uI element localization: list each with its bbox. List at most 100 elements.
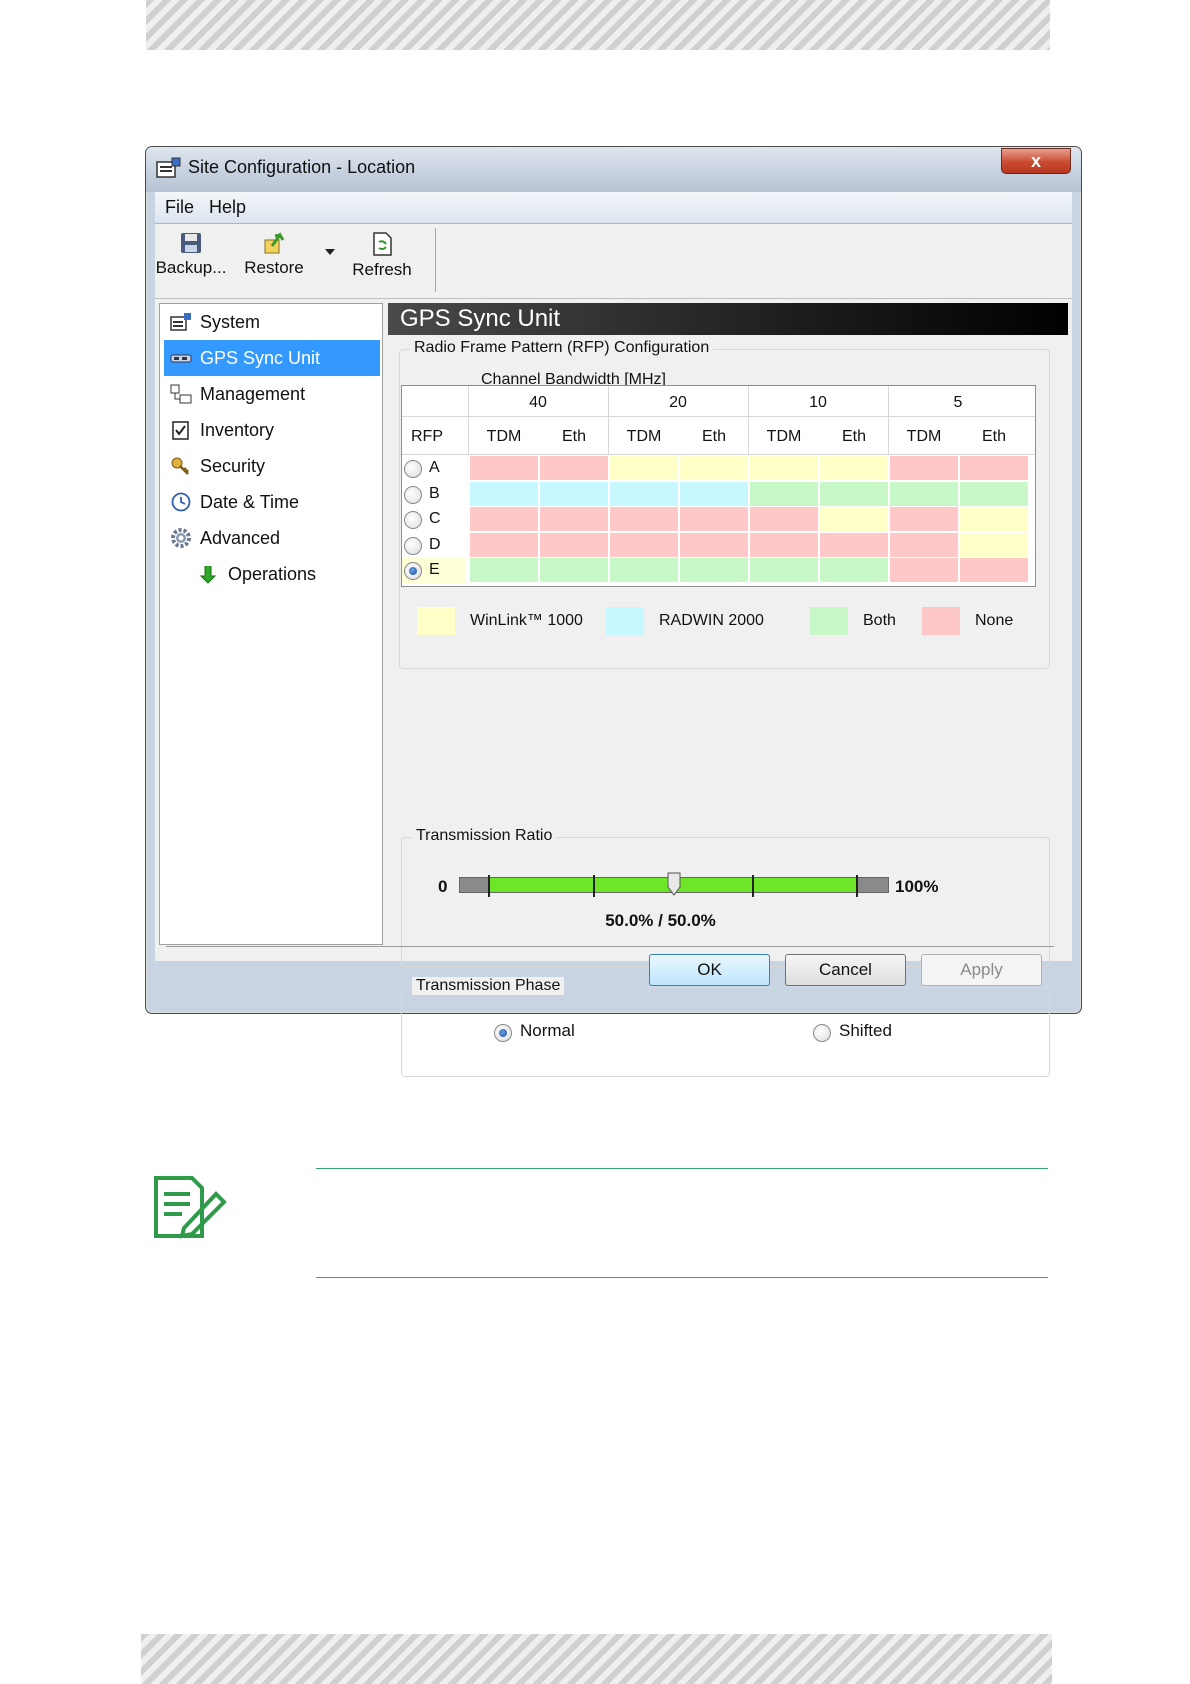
rfp-cell bbox=[890, 507, 959, 531]
toolbar-separator bbox=[435, 228, 436, 292]
title-bar[interactable]: Site Configuration - Location x bbox=[146, 147, 1081, 192]
ratio-min-label: 0 bbox=[438, 877, 448, 896]
inventory-icon bbox=[172, 421, 189, 440]
column-header: TDM bbox=[486, 428, 522, 445]
legend-label-winlink: WinLink™ 1000 bbox=[470, 612, 583, 629]
nav-label: System bbox=[200, 312, 261, 332]
rfp-cell bbox=[820, 481, 889, 506]
backup-button[interactable]: Backup... bbox=[155, 230, 227, 292]
dialog-body: System GPS Sync Unit Management Inventor… bbox=[155, 299, 1072, 1077]
rfp-cell bbox=[540, 532, 609, 557]
rfp-radio[interactable] bbox=[404, 562, 422, 580]
rfp-cell bbox=[960, 456, 1029, 480]
legend-label-both: Both bbox=[863, 612, 896, 629]
rfp-cell bbox=[960, 481, 1029, 506]
rfp-table: 40 20 10 5 RFP TDM Eth TDM Eth TDM Eth T… bbox=[401, 385, 1036, 587]
rfp-cell bbox=[470, 507, 539, 531]
rfp-cell bbox=[680, 481, 749, 506]
rfp-radio[interactable] bbox=[404, 536, 422, 555]
gps-sync-icon bbox=[170, 354, 192, 363]
nav-item-system[interactable]: System bbox=[164, 304, 380, 340]
nav-item-operations[interactable]: Operations bbox=[192, 556, 380, 592]
nav-item-advanced[interactable]: Advanced bbox=[164, 520, 380, 556]
rfp-cell bbox=[540, 507, 609, 531]
navigation-tree: System GPS Sync Unit Management Inventor… bbox=[159, 303, 383, 945]
ratio-value-label: 50.0% / 50.0% bbox=[605, 911, 716, 930]
ok-button[interactable]: OK bbox=[649, 954, 770, 986]
rfp-row-label: B bbox=[429, 484, 440, 502]
rfp-cell bbox=[540, 558, 609, 582]
menu-help[interactable]: Help bbox=[209, 197, 246, 218]
restore-button[interactable]: Restore bbox=[239, 230, 309, 292]
transmission-ratio-group: Transmission Ratio bbox=[401, 827, 1050, 967]
rfp-group-title: Radio Frame Pattern (RFP) Configuration bbox=[410, 339, 714, 357]
rfp-cell bbox=[750, 456, 819, 480]
rfp-cell bbox=[540, 481, 609, 506]
toolbar: Backup... Restore Refresh bbox=[155, 224, 1072, 299]
transmission-ratio-title: Transmission Ratio bbox=[412, 827, 557, 845]
rfp-cell bbox=[540, 456, 609, 480]
nav-item-date-time[interactable]: Date & Time bbox=[164, 484, 380, 520]
rfp-cell bbox=[890, 456, 959, 480]
rfp-radio[interactable] bbox=[404, 460, 422, 478]
rfp-cell bbox=[470, 481, 539, 506]
rfp-row-option-d[interactable]: D bbox=[402, 533, 466, 559]
rfp-row-option-a[interactable]: A bbox=[402, 456, 466, 482]
rfp-cell bbox=[820, 532, 889, 557]
apply-button[interactable]: Apply bbox=[921, 954, 1042, 986]
rfp-radio[interactable] bbox=[404, 511, 422, 529]
rfp-cell bbox=[890, 532, 959, 557]
rfp-row-label: C bbox=[429, 510, 441, 527]
shifted-label: Shifted bbox=[839, 1021, 892, 1040]
footer-stripe-band bbox=[141, 1634, 1052, 1684]
rfp-cell bbox=[890, 481, 959, 506]
normal-label: Normal bbox=[520, 1021, 575, 1040]
normal-radio[interactable] bbox=[494, 1024, 512, 1042]
restore-dropdown-arrow-icon[interactable] bbox=[324, 248, 336, 256]
note-top-rule bbox=[316, 1168, 1048, 1169]
rfp-cell bbox=[960, 532, 1029, 557]
shifted-radio[interactable] bbox=[813, 1024, 831, 1042]
rfp-radio[interactable] bbox=[404, 485, 422, 504]
rfp-cell bbox=[680, 532, 749, 557]
floppy-disk-icon bbox=[181, 233, 201, 253]
column-header: TDM bbox=[766, 428, 802, 445]
legend-swatch-none bbox=[922, 607, 960, 635]
close-button[interactable]: x bbox=[1001, 148, 1071, 174]
transmission-ratio-slider[interactable] bbox=[459, 872, 889, 897]
rfp-cell bbox=[750, 532, 819, 557]
nav-label: Date & Time bbox=[200, 492, 300, 512]
transmission-phase-title: Transmission Phase bbox=[412, 977, 565, 995]
rfp-cell bbox=[680, 558, 749, 582]
bandwidth-header-40: 40 bbox=[529, 394, 547, 411]
column-header: Eth bbox=[981, 428, 1006, 445]
rfp-cell bbox=[470, 532, 539, 557]
rfp-row-option-b[interactable]: B bbox=[402, 482, 466, 508]
nav-item-management[interactable]: Management bbox=[164, 376, 380, 412]
clock-icon bbox=[171, 492, 191, 512]
rfp-row-label: E bbox=[429, 561, 440, 578]
nav-item-gps-sync-unit[interactable]: GPS Sync Unit bbox=[164, 340, 380, 376]
note-pencil-icon bbox=[154, 1176, 227, 1239]
rfp-cell bbox=[680, 456, 749, 480]
system-icon bbox=[170, 313, 191, 331]
menu-file[interactable]: File bbox=[165, 197, 194, 218]
refresh-icon bbox=[373, 232, 392, 256]
rfp-row-option-c[interactable]: C bbox=[402, 507, 466, 533]
refresh-button[interactable]: Refresh bbox=[347, 230, 417, 292]
restore-icon bbox=[264, 232, 285, 254]
rfp-cell bbox=[750, 558, 819, 582]
header-stripe-band bbox=[146, 0, 1050, 50]
slider-thumb[interactable] bbox=[667, 872, 681, 896]
nav-item-security[interactable]: Security bbox=[164, 448, 380, 484]
nav-item-inventory[interactable]: Inventory bbox=[164, 412, 380, 448]
panel-title: GPS Sync Unit bbox=[388, 303, 1068, 335]
cancel-button[interactable]: Cancel bbox=[785, 954, 906, 986]
site-configuration-icon bbox=[156, 157, 181, 178]
nav-label: Security bbox=[200, 456, 266, 476]
note-bottom-rule bbox=[316, 1277, 1048, 1278]
nav-label: Management bbox=[200, 384, 306, 404]
rfp-row-option-e[interactable]: E bbox=[402, 558, 466, 584]
refresh-label: Refresh bbox=[352, 260, 412, 279]
rfp-cell bbox=[960, 507, 1029, 531]
